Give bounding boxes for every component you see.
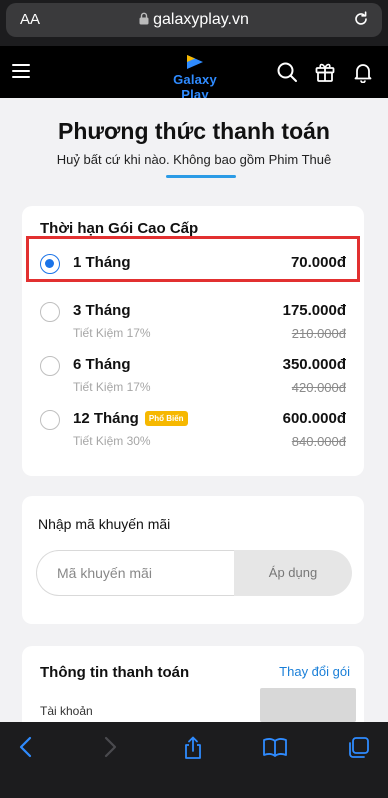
radio-unselected[interactable] (40, 410, 60, 430)
plan-name: 6 Tháng (73, 356, 131, 373)
logo-mark-icon (187, 55, 203, 69)
account-label: Tài khoản (40, 704, 93, 718)
plan-option-3-months[interactable]: 3 Tháng 175.000đ Tiết Kiệm 17% 210.000đ (22, 292, 364, 344)
radio-unselected[interactable] (40, 302, 60, 322)
plan-saving: Tiết Kiệm 30% (73, 434, 151, 448)
plan-name-text: 12 Tháng (73, 410, 139, 427)
galaxy-play-logo[interactable]: Galaxy Play (160, 54, 230, 102)
plan-option-6-months[interactable]: 6 Tháng 350.000đ Tiết Kiệm 17% 420.000đ (22, 346, 364, 398)
tabs-icon[interactable] (346, 736, 370, 765)
share-icon[interactable] (182, 736, 204, 765)
plan-option-12-months[interactable]: 12 Tháng Phổ Biến 600.000đ Tiết Kiệm 30% … (22, 400, 364, 452)
bookmarks-icon[interactable] (262, 736, 288, 763)
selected-plan-highlight (26, 236, 360, 282)
address-bar[interactable]: AA galaxyplay.vn (6, 3, 382, 37)
promo-code-input[interactable]: Mã khuyến mãi (36, 550, 236, 596)
plan-duration-card: Thời hạn Gói Cao Cấp 1 Tháng 70.000đ 3 T… (22, 206, 364, 476)
plan-price: 600.000đ (282, 410, 346, 427)
gift-icon[interactable] (314, 61, 336, 88)
promo-title: Nhập mã khuyến mãi (38, 516, 171, 532)
plan-saving: Tiết Kiệm 17% (73, 326, 151, 340)
menu-icon[interactable] (12, 64, 30, 78)
page-subtitle: Huỷ bất cứ khi nào. Không bao gồm Phim T… (56, 152, 332, 167)
radio-unselected[interactable] (40, 356, 60, 376)
account-value-blurred (260, 688, 356, 722)
plan-old-price: 420.000đ (291, 380, 346, 395)
back-icon[interactable] (18, 736, 34, 763)
search-icon[interactable] (276, 61, 298, 88)
plan-old-price: 840.000đ (291, 434, 346, 449)
apply-promo-button[interactable]: Áp dụng (234, 550, 352, 596)
plan-saving: Tiết Kiệm 17% (73, 380, 151, 394)
payment-title: Thông tin thanh toán (40, 664, 190, 681)
browser-toolbar (0, 722, 388, 798)
bell-icon[interactable] (352, 61, 374, 88)
main-content: Phương thức thanh toán Huỷ bất cứ khi nà… (0, 98, 388, 766)
title-underline (166, 175, 236, 178)
promo-code-card: Nhập mã khuyến mãi Mã khuyến mãi Áp dụng (22, 496, 364, 624)
plan-name: 12 Tháng Phổ Biến (73, 410, 188, 427)
lock-icon (139, 12, 149, 30)
browser-top-bar: AA galaxyplay.vn (0, 0, 388, 46)
site-header: Galaxy Play (0, 46, 388, 102)
plan-old-price: 210.000đ (291, 326, 346, 341)
url-text: galaxyplay.vn (153, 11, 249, 28)
reload-icon[interactable] (352, 10, 370, 33)
popular-badge: Phổ Biến (144, 411, 188, 426)
plan-card-title: Thời hạn Gói Cao Cấp (40, 220, 199, 237)
forward-icon[interactable] (102, 736, 118, 763)
change-plan-link[interactable]: Thay đổi gói (279, 664, 350, 679)
plan-name: 3 Tháng (73, 302, 131, 319)
page-title: Phương thức thanh toán (58, 118, 330, 144)
plan-price: 350.000đ (282, 356, 346, 373)
plan-price: 175.000đ (282, 302, 346, 319)
